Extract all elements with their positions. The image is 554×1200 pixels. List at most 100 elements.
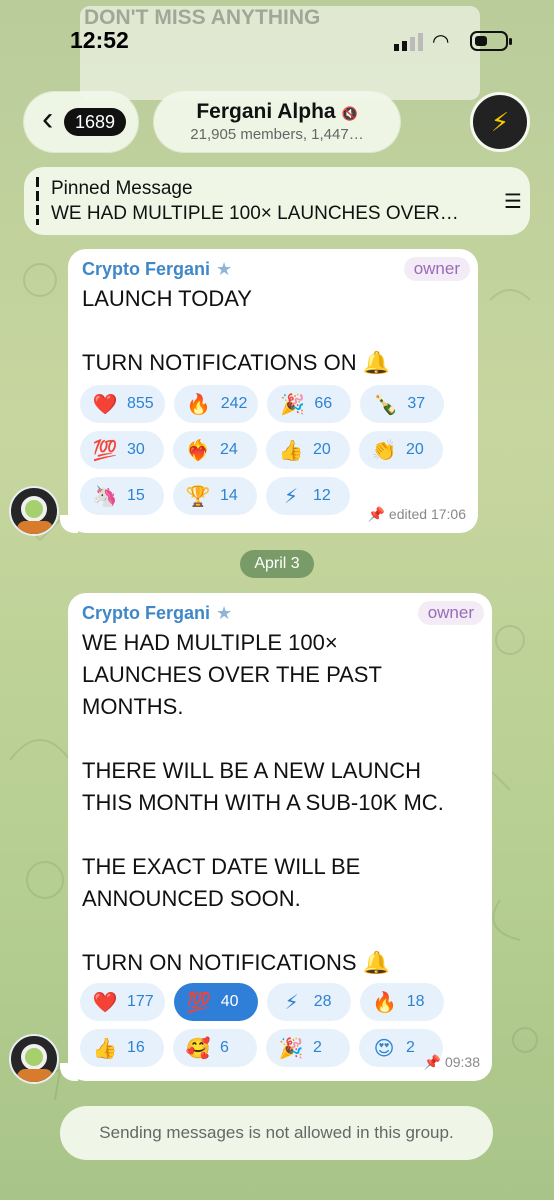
pin-list-icon[interactable]: ☰ <box>504 189 522 214</box>
reaction-emoji-icon: 🎉 <box>279 393 305 416</box>
reaction-emoji-icon: 😍 <box>373 1037 395 1060</box>
chevron-left-icon: ‹ <box>42 100 54 138</box>
reaction-count: 30 <box>127 441 145 458</box>
reaction-button[interactable]: 💯 40 <box>173 983 258 1021</box>
reaction-button[interactable]: 🦄 15 <box>80 477 164 515</box>
reaction-count: 12 <box>313 487 331 504</box>
reaction-emoji-icon: ⚡ <box>283 485 299 508</box>
reaction-emoji-icon: ⚡ <box>284 991 299 1014</box>
reaction-count: 2 <box>313 1039 322 1056</box>
reaction-emoji-icon: 🔥 <box>186 393 212 416</box>
reaction-count: 15 <box>127 487 145 504</box>
reaction-button[interactable]: ⚡ 28 <box>266 983 351 1021</box>
reaction-count: 2 <box>406 1039 415 1056</box>
reaction-emoji-icon: 🔥 <box>372 991 398 1014</box>
message-meta: 📌 09:38 <box>424 1054 480 1071</box>
chat-avatar[interactable]: ⚡ <box>470 92 530 152</box>
reaction-button[interactable]: 🔥 18 <box>359 983 444 1021</box>
reaction-button[interactable]: ❤️ 177 <box>80 983 165 1021</box>
reaction-emoji-icon: ❤️ <box>92 393 118 416</box>
cellular-signal-icon <box>394 33 423 51</box>
astronaut-avatar-body <box>17 521 53 534</box>
message-time: edited 17:06 <box>388 506 466 522</box>
pin-icon: 📌 <box>423 1054 441 1070</box>
reaction-button[interactable]: 🎉 66 <box>267 385 352 423</box>
sender-label: Crypto Fergani <box>82 259 211 279</box>
reaction-button[interactable]: 🏆 14 <box>173 477 257 515</box>
astronaut-avatar-helmet <box>21 1044 47 1070</box>
role-badge: owner <box>403 257 470 281</box>
chat-subtitle: 21,905 members, 1,447… <box>190 126 364 143</box>
sender-label: Crypto Fergani <box>82 603 211 623</box>
sender-avatar[interactable] <box>9 1034 59 1084</box>
reaction-emoji-icon: 💯 <box>92 439 118 462</box>
battery-icon <box>470 31 512 51</box>
reaction-emoji-icon: 👍 <box>278 439 304 462</box>
star-icon: ★ <box>216 259 233 279</box>
chat-header[interactable]: Fergani Alpha 🔇 21,905 members, 1,447… <box>154 92 400 152</box>
reaction-emoji-icon: 🎉 <box>278 1037 304 1060</box>
message-bubble[interactable]: Crypto Fergani ★ owner WE HAD MULTIPLE 10… <box>60 593 492 1081</box>
message-text: LAUNCH TODAY TURN NOTIFICATIONS ON 🔔 <box>82 286 391 375</box>
reaction-count: 6 <box>220 1039 229 1056</box>
reaction-button[interactable]: 🎉 2 <box>266 1029 350 1067</box>
reaction-count: 66 <box>314 395 333 412</box>
reaction-emoji-icon: 💯 <box>186 991 212 1014</box>
reaction-button[interactable]: 🍾 37 <box>360 385 445 423</box>
disabled-composer-notice: Sending messages is not allowed in this … <box>60 1106 493 1160</box>
reaction-count: 20 <box>406 441 424 458</box>
chat-title-row: Fergani Alpha 🔇 <box>154 100 400 124</box>
pinned-label: Pinned Message <box>51 178 193 199</box>
reaction-emoji-icon: 🦄 <box>92 485 118 508</box>
back-button[interactable]: ‹ 1689 <box>24 92 138 152</box>
message-text: WE HAD MULTIPLE 100× LAUNCHES OVER THE P… <box>82 630 444 975</box>
astronaut-avatar-body <box>17 1069 53 1082</box>
date-separator: April 3 <box>240 550 314 578</box>
wifi-icon: ◠ <box>432 31 450 53</box>
reaction-count: 14 <box>220 487 238 504</box>
pinned-indicator <box>36 177 39 225</box>
sender-name: Crypto Fergani ★ <box>82 603 232 624</box>
reaction-count: 24 <box>220 441 238 458</box>
message-bubble[interactable]: Crypto Fergani ★ owner LAUNCH TODAY TURN … <box>60 249 478 533</box>
reaction-emoji-icon: 👏 <box>371 439 397 462</box>
reaction-emoji-icon: 👍 <box>92 1037 118 1060</box>
reaction-button[interactable]: ❤️‍🔥 24 <box>173 431 257 469</box>
reaction-count: 20 <box>313 441 331 458</box>
pinned-text: WE HAD MULTIPLE 100× LAUNCHES OVER… <box>51 203 459 224</box>
reaction-count: 242 <box>220 395 248 412</box>
reaction-button[interactable]: 👍 16 <box>80 1029 164 1067</box>
chat-title: Fergani Alpha <box>196 100 336 123</box>
reaction-count: 16 <box>127 1039 145 1056</box>
reaction-button[interactable]: 🥰 6 <box>173 1029 257 1067</box>
sender-avatar[interactable] <box>9 486 59 536</box>
message-meta: 📌 edited 17:06 <box>367 506 466 523</box>
reaction-count: 855 <box>127 395 154 412</box>
reaction-count: 177 <box>127 993 154 1010</box>
reaction-button[interactable]: ❤️ 855 <box>80 385 165 423</box>
reaction-count: 28 <box>313 993 332 1010</box>
reaction-button[interactable]: 💯 30 <box>80 431 164 469</box>
status-bar: 12:52 ◠ <box>0 0 554 86</box>
reaction-button[interactable]: ⚡ 12 <box>266 477 350 515</box>
role-badge: owner <box>417 601 484 625</box>
reactions-row: ❤️ 855 🔥 242 🎉 66 🍾 37 💯 30 ❤️‍🔥 24 👍 20 👏 20 🦄 15 🏆 14 ⚡ 12 <box>80 385 470 515</box>
pin-icon: 📌 <box>367 506 385 522</box>
reaction-emoji-icon: 🥰 <box>185 1037 211 1060</box>
sender-name: Crypto Fergani ★ <box>82 259 232 280</box>
reaction-button[interactable]: 👏 20 <box>359 431 443 469</box>
unread-count-badge: 1689 <box>64 108 126 136</box>
pinned-message-bar[interactable]: Pinned Message WE HAD MULTIPLE 100× LAUN… <box>24 167 530 235</box>
astronaut-avatar-helmet <box>21 496 47 522</box>
reaction-count: 37 <box>407 395 426 412</box>
reaction-emoji-icon: 🍾 <box>372 393 398 416</box>
reaction-emoji-icon: ❤️‍🔥 <box>185 439 211 462</box>
reaction-count: 40 <box>220 993 239 1010</box>
reaction-button[interactable]: 👍 20 <box>266 431 350 469</box>
reaction-button[interactable]: 🔥 242 <box>173 385 259 423</box>
status-time: 12:52 <box>70 27 129 53</box>
mute-icon: 🔇 <box>341 106 358 121</box>
lightning-icon: ⚡ <box>490 106 510 137</box>
message-time: 09:38 <box>444 1054 480 1070</box>
reaction-emoji-icon: 🏆 <box>185 485 211 508</box>
